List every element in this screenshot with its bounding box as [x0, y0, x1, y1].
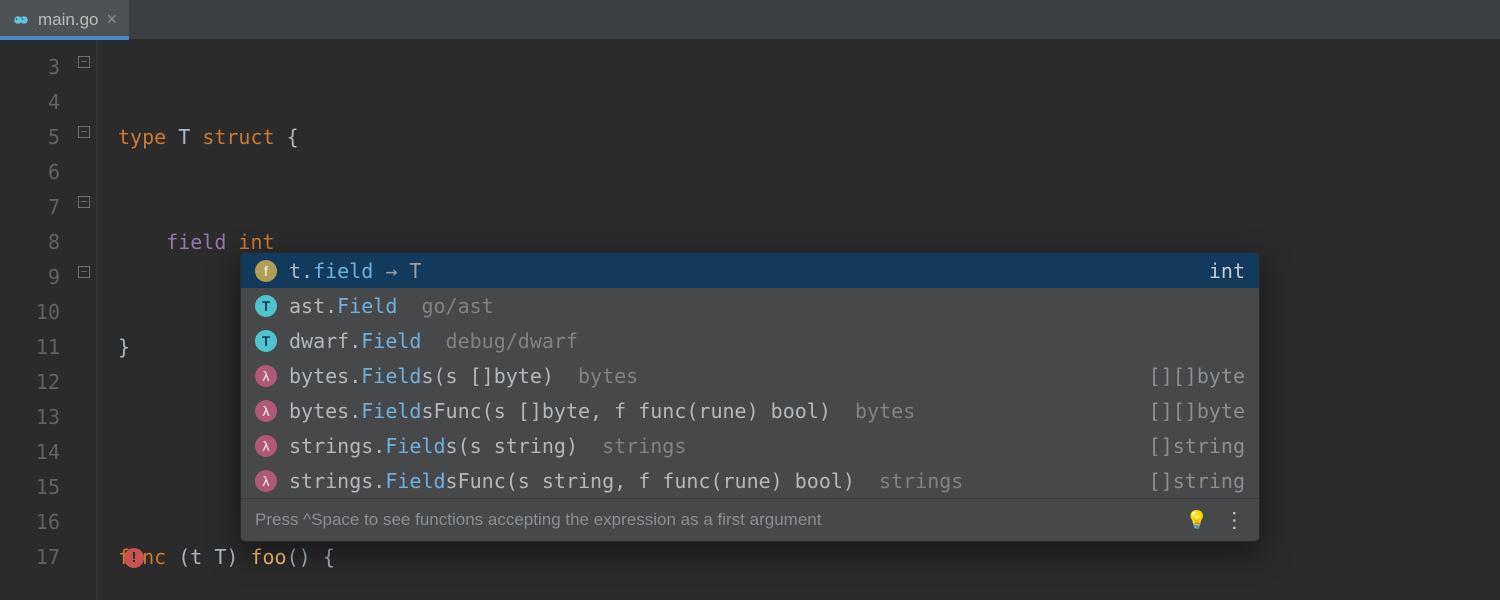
completion-label: strings.Fields(s string) strings [289, 434, 1137, 458]
completion-label: bytes.FieldsFunc(s []byte, f func(rune) … [289, 399, 1137, 423]
completion-hint-bar: Press ^Space to see functions accepting … [241, 498, 1259, 541]
completion-label: dwarf.Field debug/dwarf [289, 329, 1233, 353]
func-name: foo [250, 545, 286, 569]
completion-label: ast.Field go/ast [289, 294, 1233, 318]
line-number[interactable]: 5 [48, 125, 60, 149]
line-number[interactable]: 9 [48, 265, 60, 289]
completion-item[interactable]: T dwarf.Field debug/dwarf [241, 323, 1259, 358]
signature: () { [287, 545, 335, 569]
completion-item[interactable]: λ bytes.Fields(s []byte) bytes [][]byte [241, 358, 1259, 393]
line-number[interactable]: 10 [36, 300, 60, 324]
code-line[interactable]: !func (t T) foo() { [98, 540, 1500, 575]
fold-toggle-icon[interactable]: − [78, 126, 90, 138]
kind-func-icon: λ [255, 435, 277, 457]
completion-label: strings.FieldsFunc(s string, f func(rune… [289, 469, 1137, 493]
more-options-icon[interactable]: ⋯ [1222, 510, 1248, 531]
line-number[interactable]: 6 [48, 160, 60, 184]
line-number[interactable]: 3 [48, 55, 60, 79]
tab-filename: main.go [38, 10, 98, 30]
line-number[interactable]: 8 [48, 230, 60, 254]
completion-type: [][]byte [1149, 399, 1245, 423]
completion-item[interactable]: λ strings.FieldsFunc(s string, f func(ru… [241, 463, 1259, 498]
field-name: field [166, 230, 226, 254]
file-tab[interactable]: main.go × [0, 0, 129, 39]
receiver: (t T) [166, 545, 250, 569]
line-number[interactable]: 12 [36, 370, 60, 394]
tab-bar: main.go × [0, 0, 1500, 40]
brace: { [275, 125, 299, 149]
completion-item[interactable]: λ bytes.FieldsFunc(s []byte, f func(rune… [241, 393, 1259, 428]
kind-func-icon: λ [255, 400, 277, 422]
line-number-gutter: 3 4 5 6 7 8 9 10 11 12 13 14 15 16 17 − … [0, 40, 98, 600]
fold-toggle-icon[interactable]: − [78, 196, 90, 208]
line-number[interactable]: 4 [48, 90, 60, 114]
completion-item[interactable]: f t.field → T int [241, 253, 1259, 288]
kind-type-icon: T [255, 330, 277, 352]
completion-type: [][]byte [1149, 364, 1245, 388]
line-number[interactable]: 15 [36, 475, 60, 499]
kind-func-icon: λ [255, 470, 277, 492]
line-number[interactable]: 7 [48, 195, 60, 219]
completion-item[interactable]: T ast.Field go/ast [241, 288, 1259, 323]
line-number[interactable]: 14 [36, 440, 60, 464]
code-completion-popup: f t.field → T int T ast.Field go/ast T d… [240, 252, 1260, 542]
type-ref: int [226, 230, 274, 254]
kind-field-icon: f [255, 260, 277, 282]
kind-type-icon: T [255, 295, 277, 317]
completion-type: int [1209, 259, 1245, 283]
line-number[interactable]: 16 [36, 510, 60, 534]
fold-toggle-icon[interactable]: − [78, 56, 90, 68]
code-line[interactable]: type T struct { [98, 120, 1500, 155]
completion-label: t.field → T [289, 259, 1197, 283]
line-number[interactable]: 13 [36, 405, 60, 429]
type-name: T [178, 125, 190, 149]
completion-label: bytes.Fields(s []byte) bytes [289, 364, 1137, 388]
completion-item[interactable]: λ strings.Fields(s string) strings []str… [241, 428, 1259, 463]
completion-type: []string [1149, 469, 1245, 493]
keyword: type [118, 125, 166, 149]
error-icon[interactable]: ! [124, 548, 144, 568]
completion-type: []string [1149, 434, 1245, 458]
indent [118, 230, 166, 254]
close-tab-icon[interactable]: × [106, 9, 117, 30]
completion-hint-text: Press ^Space to see functions accepting … [255, 510, 821, 530]
kind-func-icon: λ [255, 365, 277, 387]
intention-bulb-icon[interactable]: 💡 [1186, 510, 1208, 531]
go-file-icon [12, 11, 30, 29]
brace: } [118, 335, 130, 359]
line-number[interactable]: 17 [36, 545, 60, 569]
line-number[interactable]: 11 [36, 335, 60, 359]
editor: 3 4 5 6 7 8 9 10 11 12 13 14 15 16 17 − … [0, 40, 1500, 600]
keyword: struct [202, 125, 274, 149]
fold-toggle-icon[interactable]: − [78, 266, 90, 278]
